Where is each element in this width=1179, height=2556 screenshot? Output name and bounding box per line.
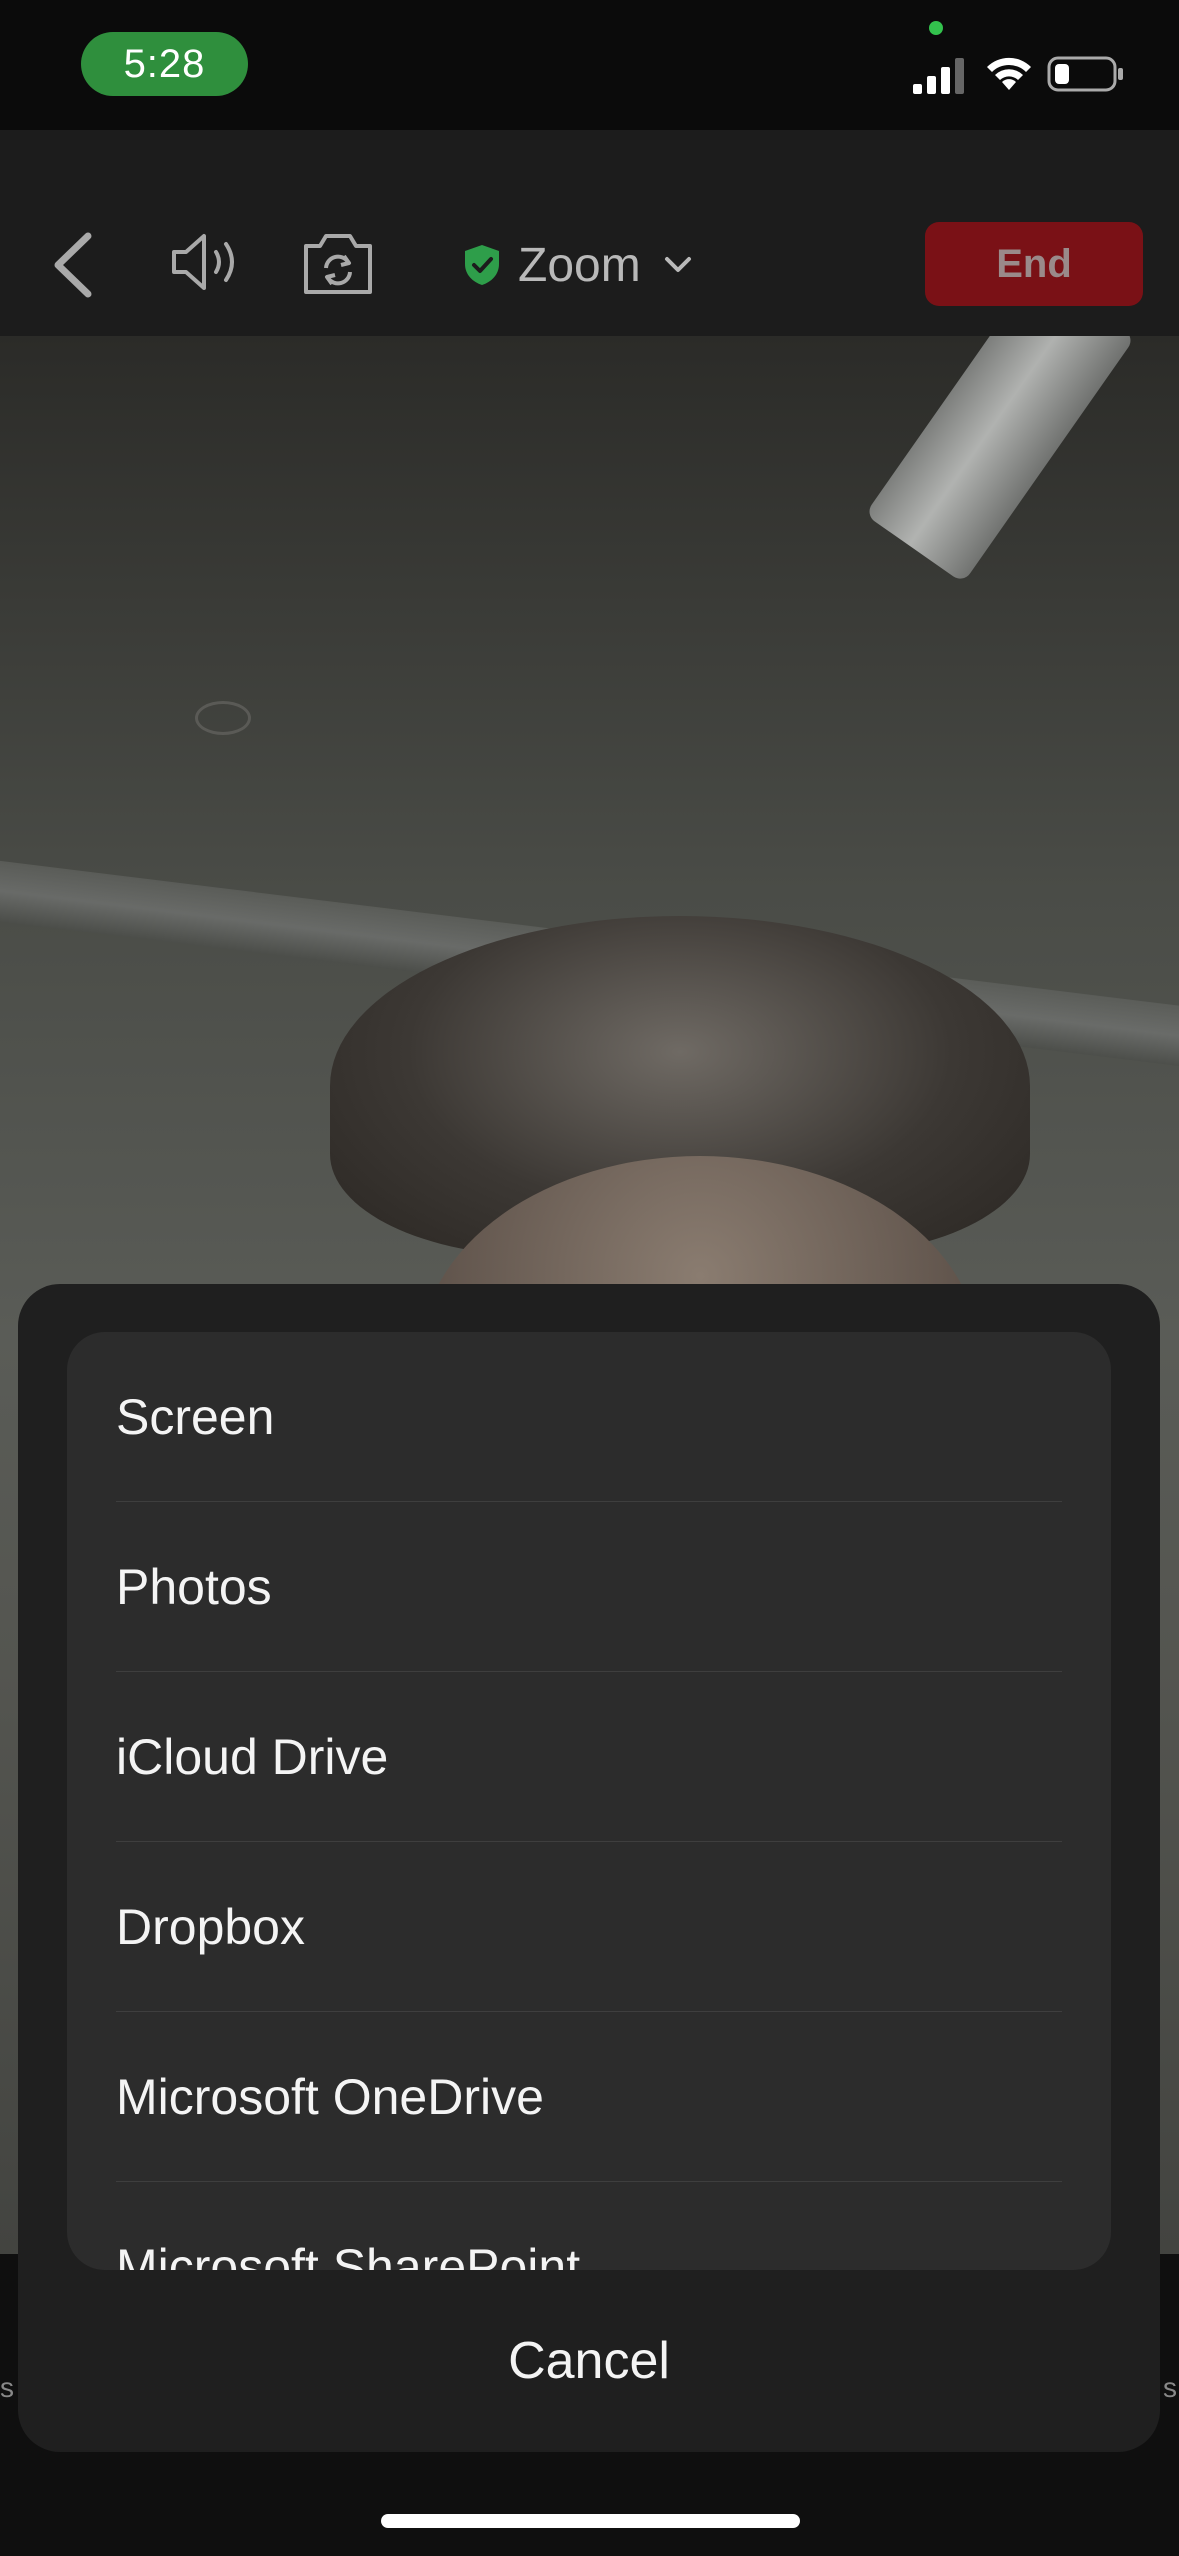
ceiling-pipe (864, 336, 1136, 584)
toolbar-edge-label-right: s (1163, 2372, 1177, 2403)
share-option-onedrive[interactable]: Microsoft OneDrive (67, 2012, 1111, 2182)
toolbar-edge-label-left: s (0, 2372, 14, 2403)
share-option-photos[interactable]: Photos (67, 1502, 1111, 1672)
speaker-icon[interactable] (170, 230, 244, 294)
share-option-icloud-drive[interactable]: iCloud Drive (67, 1672, 1111, 1842)
chevron-down-icon (664, 257, 691, 272)
home-indicator[interactable] (381, 2514, 800, 2528)
meeting-title-button[interactable]: Zoom (462, 230, 693, 300)
battery-low-icon (1047, 56, 1123, 92)
end-meeting-button[interactable]: End (925, 222, 1143, 306)
status-bar: 5:28 (0, 0, 1179, 130)
share-option-screen[interactable]: Screen (67, 1332, 1111, 1502)
cancel-button[interactable]: Cancel (18, 2270, 1160, 2452)
zoom-meeting-screen: 5:28 Zoom End s s Screen Photos iCloud D… (0, 0, 1179, 2556)
shield-check-icon (465, 245, 499, 285)
wifi-icon (987, 57, 1031, 90)
camera-switch-icon[interactable] (300, 228, 376, 298)
ceiling-vent (195, 701, 251, 735)
share-options-list: Screen Photos iCloud Drive Dropbox Micro… (67, 1332, 1111, 2270)
cellular-signal-icon (913, 58, 964, 94)
share-option-sharepoint[interactable]: Microsoft SharePoint (67, 2182, 1111, 2270)
share-option-dropbox[interactable]: Dropbox (67, 1842, 1111, 2012)
chevron-left-icon[interactable] (50, 230, 96, 300)
share-action-sheet: Screen Photos iCloud Drive Dropbox Micro… (18, 1284, 1160, 2452)
meeting-toolbar: Zoom End (0, 130, 1179, 336)
status-time: 5:28 (81, 32, 248, 96)
meeting-title: Zoom (518, 238, 641, 292)
camera-in-use-indicator (929, 21, 943, 35)
